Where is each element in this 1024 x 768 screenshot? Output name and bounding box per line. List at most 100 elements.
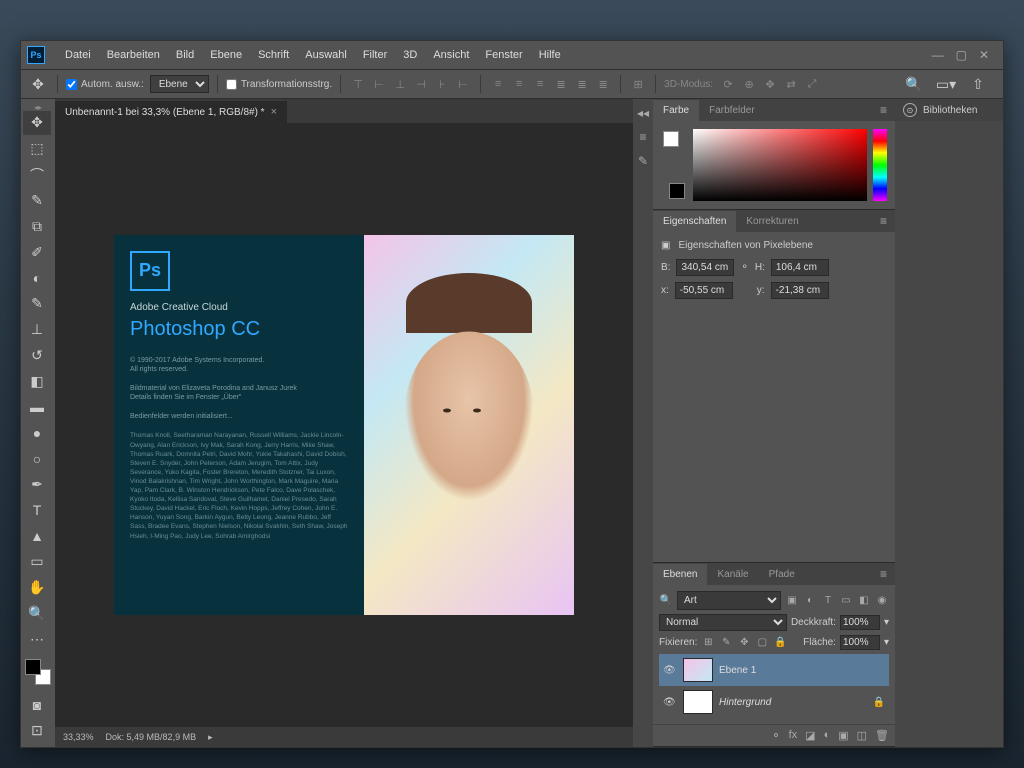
height-input[interactable] <box>771 259 829 276</box>
roll-3d-icon[interactable]: ⊕ <box>740 75 758 93</box>
doc-size[interactable]: Dok: 5,49 MB/82,9 MB <box>106 732 197 742</box>
distribute-vcenter-icon[interactable]: ≡ <box>510 75 528 93</box>
align-vcenter-icon[interactable]: ⊢ <box>370 75 388 93</box>
tab-korrekturen[interactable]: Korrekturen <box>736 211 808 232</box>
adjustment-layer-icon[interactable]: ◐ <box>824 729 831 742</box>
layers-panel-menu-icon[interactable]: ≡ <box>872 567 895 581</box>
auto-select-target[interactable]: Ebene <box>150 75 209 93</box>
layer-thumbnail[interactable] <box>683 658 713 682</box>
foreground-color-swatch[interactable] <box>25 659 41 675</box>
toolbar-handle[interactable]: ◂▸ <box>23 103 53 109</box>
y-input[interactable] <box>771 282 829 299</box>
width-input[interactable] <box>676 259 734 276</box>
layer-visibility-icon[interactable]: 👁 <box>663 665 677 676</box>
edit-toolbar[interactable]: ⋯ <box>23 628 51 652</box>
status-arrow-icon[interactable]: ▸ <box>208 732 213 743</box>
distribute-right-icon[interactable]: ≣ <box>594 75 612 93</box>
layer-item[interactable]: 👁Hintergrund🔒 <box>659 686 889 718</box>
lock-pixels-icon[interactable]: ✎ <box>719 636 733 650</box>
blend-mode-select[interactable]: Normal <box>659 614 787 631</box>
fill-dropdown-icon[interactable]: ▾ <box>884 637 889 648</box>
quick-mask-tool[interactable]: ◙ <box>23 693 51 717</box>
layer-mask-icon[interactable]: ◪ <box>805 729 815 742</box>
distribute-left-icon[interactable]: ≣ <box>552 75 570 93</box>
zoom-level[interactable]: 33,33% <box>63 732 94 742</box>
tab-eigenschaften[interactable]: Eigenschaften <box>653 211 736 232</box>
fill-input[interactable] <box>840 635 880 650</box>
healing-tool[interactable]: ◐ <box>23 266 51 290</box>
share-icon[interactable]: ⇧ <box>967 73 989 95</box>
lock-transparency-icon[interactable]: ⊞ <box>701 636 715 650</box>
filter-shape-icon[interactable]: ▭ <box>839 594 853 608</box>
tab-ebenen[interactable]: Ebenen <box>653 564 707 585</box>
filter-type-icon[interactable]: T <box>821 594 835 608</box>
pan-3d-icon[interactable]: ✥ <box>761 75 779 93</box>
gradient-tool[interactable]: ▬ <box>23 395 51 419</box>
distribute-hcenter-icon[interactable]: ≣ <box>573 75 591 93</box>
search-icon[interactable]: 🔍 <box>903 73 925 95</box>
filter-toggle-icon[interactable]: ◉ <box>875 594 889 608</box>
distribute-bottom-icon[interactable]: ≡ <box>531 75 549 93</box>
brush-tool[interactable]: ✎ <box>23 292 51 316</box>
new-layer-icon[interactable]: ◫ <box>857 729 867 742</box>
auto-select-checkbox[interactable]: Autom. ausw.: <box>66 79 144 90</box>
history-brush-tool[interactable]: ↺ <box>23 343 51 367</box>
pen-tool[interactable]: ✒ <box>23 473 51 497</box>
align-left-icon[interactable]: ⊣ <box>412 75 430 93</box>
zoom-tool[interactable]: 🔍 <box>23 602 51 626</box>
align-bottom-icon[interactable]: ⊥ <box>391 75 409 93</box>
stamp-tool[interactable]: ⊥ <box>23 318 51 342</box>
color-panel-menu-icon[interactable]: ≡ <box>872 103 895 117</box>
eyedropper-tool[interactable]: ✐ <box>23 240 51 264</box>
workspace-icon[interactable]: ▭▾ <box>935 73 957 95</box>
menu-bearbeiten[interactable]: Bearbeiten <box>99 45 168 65</box>
delete-layer-icon[interactable]: 🗑 <box>875 729 889 742</box>
lock-all-icon[interactable]: 🔒 <box>773 636 787 650</box>
menu-ansicht[interactable]: Ansicht <box>425 45 477 65</box>
auto-align-icon[interactable]: ⊞ <box>629 75 647 93</box>
minimize-button[interactable]: — <box>932 48 944 62</box>
lasso-tool[interactable]: ⌒ <box>23 163 51 187</box>
menu-ebene[interactable]: Ebene <box>202 45 250 65</box>
blur-tool[interactable]: ● <box>23 421 51 445</box>
close-tab-icon[interactable]: × <box>271 106 277 118</box>
align-right-icon[interactable]: ⊢ <box>454 75 472 93</box>
hue-strip[interactable] <box>873 129 887 201</box>
transform-controls-checkbox[interactable]: Transformationsstrg. <box>226 79 332 90</box>
filter-smart-icon[interactable]: ◧ <box>857 594 871 608</box>
tab-farbfelder[interactable]: Farbfelder <box>699 100 765 121</box>
close-button[interactable]: ✕ <box>979 48 989 62</box>
tab-kanaele[interactable]: Kanäle <box>707 564 758 585</box>
document-tab[interactable]: Unbenannt-1 bei 33,3% (Ebene 1, RGB/8#) … <box>55 101 287 123</box>
history-panel-icon[interactable]: ≡ <box>635 129 651 145</box>
filter-adjust-icon[interactable]: ◐ <box>803 594 817 608</box>
properties-panel-menu-icon[interactable]: ≡ <box>872 214 895 228</box>
layer-name[interactable]: Hintergrund <box>719 697 867 708</box>
slide-3d-icon[interactable]: ⇄ <box>782 75 800 93</box>
layer-thumbnail[interactable] <box>683 690 713 714</box>
layer-visibility-icon[interactable]: 👁 <box>663 697 677 708</box>
menu-fenster[interactable]: Fenster <box>477 45 530 65</box>
color-field[interactable] <box>693 129 867 201</box>
orbit-3d-icon[interactable]: ⟳ <box>719 75 737 93</box>
brush-panel-icon[interactable]: ✎ <box>635 153 651 169</box>
menu-3d[interactable]: 3D <box>395 45 425 65</box>
lock-artboard-icon[interactable]: ▢ <box>755 636 769 650</box>
filter-search-icon[interactable]: 🔍 <box>659 594 673 608</box>
distribute-top-icon[interactable]: ≡ <box>489 75 507 93</box>
marquee-tool[interactable]: ⬚ <box>23 137 51 161</box>
scale-3d-icon[interactable]: ⤢ <box>803 75 821 93</box>
menu-datei[interactable]: Datei <box>57 45 99 65</box>
fg-bg-swatch[interactable] <box>25 659 51 685</box>
menu-auswahl[interactable]: Auswahl <box>297 45 355 65</box>
layer-group-icon[interactable]: ▣ <box>838 729 848 742</box>
menu-schrift[interactable]: Schrift <box>250 45 297 65</box>
libraries-title[interactable]: Bibliotheken <box>923 105 977 116</box>
menu-hilfe[interactable]: Hilfe <box>531 45 569 65</box>
layer-name[interactable]: Ebene 1 <box>719 665 885 676</box>
canvas[interactable]: Ps Adobe Creative Cloud Photoshop CC © 1… <box>55 123 633 727</box>
filter-pixel-icon[interactable]: ▣ <box>785 594 799 608</box>
move-tool[interactable]: ✥ <box>23 111 51 135</box>
screen-mode-tool[interactable]: ⊡ <box>23 719 51 743</box>
tab-pfade[interactable]: Pfade <box>759 564 805 585</box>
